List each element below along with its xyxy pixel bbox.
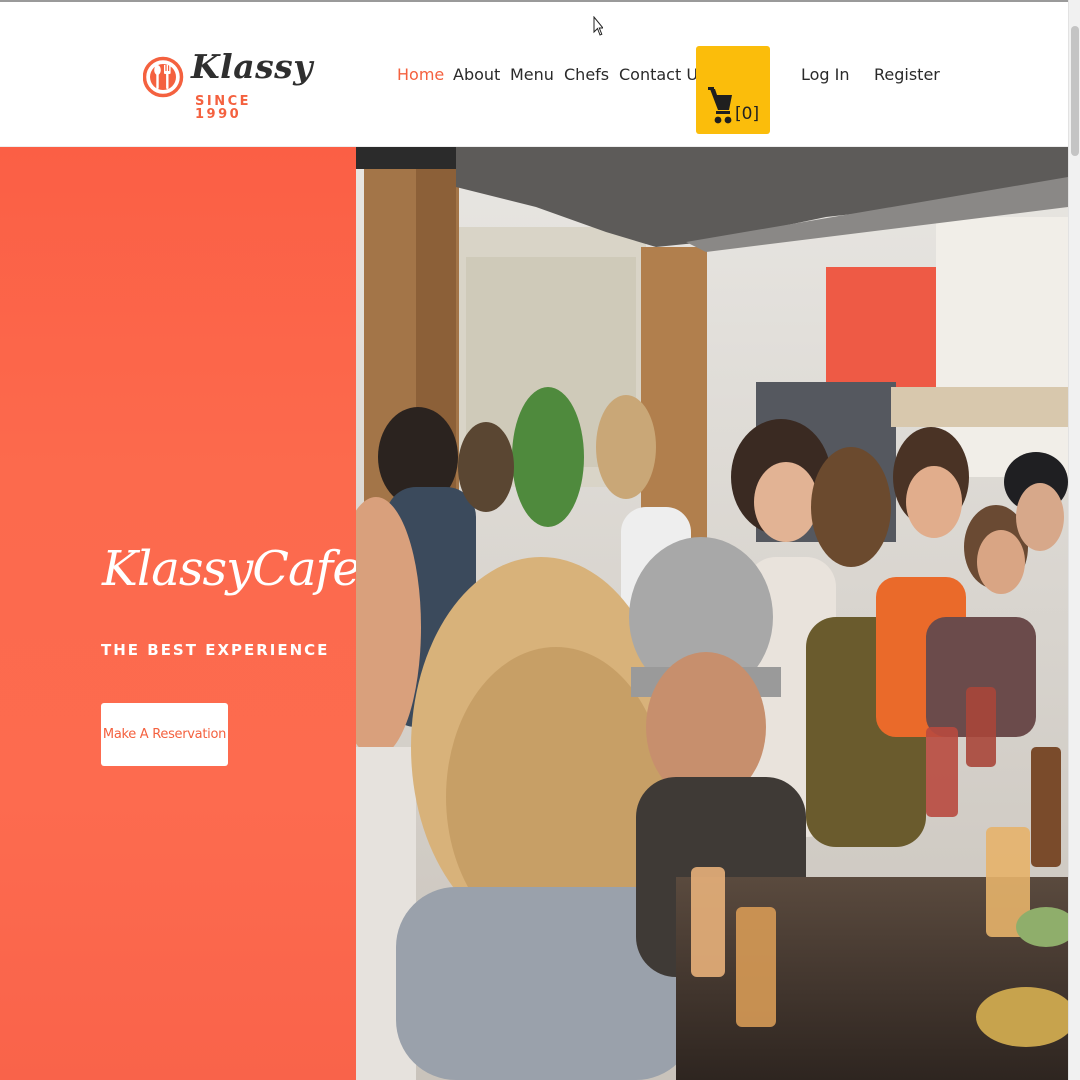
hero-title: KlassyCafe (102, 541, 361, 597)
fork-spoon-plate-icon (143, 56, 184, 98)
brand-name: Klassy (191, 47, 313, 86)
hero-photo (356, 147, 1068, 1080)
login-link[interactable]: Log In (801, 66, 850, 84)
cart-button[interactable]: [0] (696, 46, 770, 134)
shopping-cart-icon (708, 87, 732, 124)
register-link[interactable]: Register (874, 66, 940, 84)
mouse-cursor-icon (593, 16, 603, 36)
nav-contact-us[interactable]: Contact Us (619, 66, 706, 84)
brand-logo[interactable]: Klassy SINCE 1990 (143, 36, 312, 122)
dining-people-image (356, 147, 1068, 1080)
hero-subtitle: THE BEST EXPERIENCE (101, 641, 330, 659)
nav-home[interactable]: Home (397, 66, 444, 84)
nav-chefs[interactable]: Chefs (564, 66, 609, 84)
hero-section: KlassyCafe THE BEST EXPERIENCE Make A Re… (0, 147, 1068, 1080)
nav-about[interactable]: About (453, 66, 500, 84)
hero-text-panel: KlassyCafe THE BEST EXPERIENCE Make A Re… (0, 147, 361, 1080)
brand-tagline: SINCE 1990 (195, 94, 252, 122)
nav-menu[interactable]: Menu (510, 66, 554, 84)
cart-count: [0] (735, 104, 760, 124)
scrollbar-thumb[interactable] (1071, 26, 1079, 156)
make-reservation-button[interactable]: Make A Reservation (101, 703, 228, 766)
site-header: Klassy SINCE 1990 Home About Menu Chefs … (0, 2, 1068, 147)
page-scrollbar[interactable] (1068, 0, 1080, 1080)
